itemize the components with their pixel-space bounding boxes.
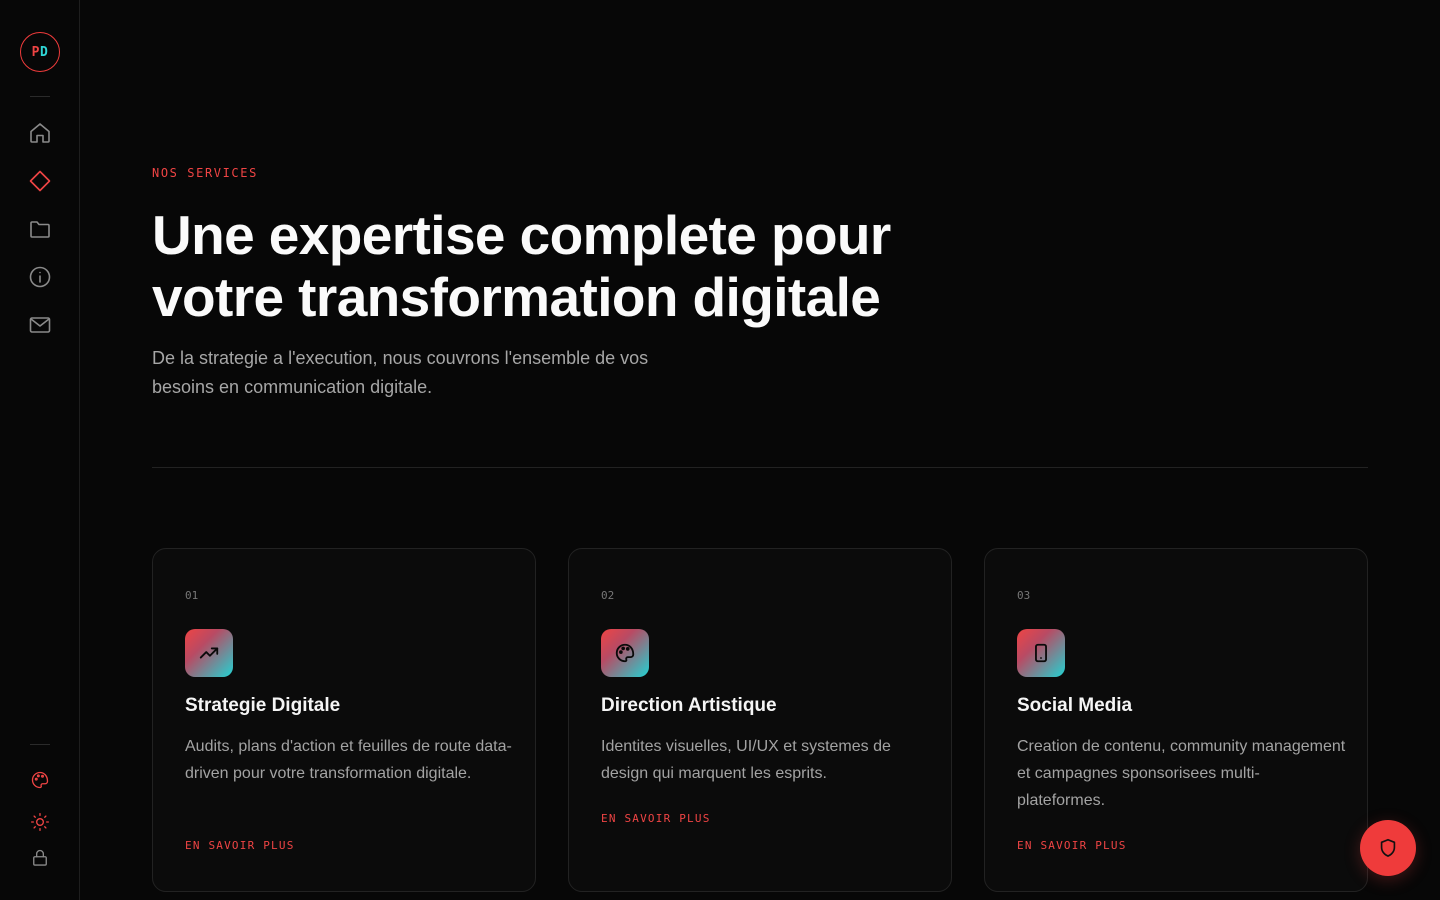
card-icon-badge xyxy=(185,629,233,677)
card-title: Strategie Digitale xyxy=(185,695,341,716)
lock-icon xyxy=(33,849,47,866)
card-description: Audits, plans d'action et feuilles de ro… xyxy=(185,738,512,782)
logo-letter-p: P xyxy=(31,44,40,60)
page-title: Une expertise complete pour votre transf… xyxy=(152,204,891,328)
smartphone-icon xyxy=(1035,643,1047,663)
card-description: Creation de contenu, community managemen… xyxy=(1017,738,1346,809)
trending-up-icon xyxy=(199,647,219,659)
learn-more-link[interactable]: EN SAVOIR PLUS xyxy=(601,812,711,825)
service-card-direction[interactable]: 02 Direction Artistique Identites visuel… xyxy=(568,548,952,892)
admin-lock-button[interactable] xyxy=(24,842,56,874)
nav-about[interactable] xyxy=(24,261,56,293)
logo[interactable]: PD xyxy=(20,32,60,72)
info-icon xyxy=(29,266,51,288)
card-number: 03 xyxy=(1017,589,1031,602)
diamond-icon xyxy=(29,170,51,192)
service-card-strategie[interactable]: 01 Strategie Digitale Audits, plans d'ac… xyxy=(152,548,536,892)
sidebar-divider-bottom xyxy=(30,744,50,745)
service-card-social[interactable]: 03 Social Media Creation de contenu, com… xyxy=(984,548,1368,892)
folder-icon xyxy=(30,221,50,238)
mail-icon xyxy=(29,317,51,333)
card-title: Direction Artistique xyxy=(601,695,777,716)
card-icon-badge xyxy=(1017,629,1065,677)
card-number: 01 xyxy=(185,589,199,602)
privacy-shield-button[interactable] xyxy=(1360,820,1416,876)
nav-services[interactable] xyxy=(24,165,56,197)
logo-letter-d: D xyxy=(40,44,49,60)
card-icon-badge xyxy=(601,629,649,677)
shield-icon xyxy=(1380,838,1396,857)
services-section: NOS SERVICES Une expertise complete pour… xyxy=(80,0,1440,900)
home-icon xyxy=(30,123,50,143)
sidebar-divider-top xyxy=(30,96,50,97)
sun-icon xyxy=(31,813,49,831)
sidebar: PD xyxy=(0,0,80,900)
section-eyebrow: NOS SERVICES xyxy=(152,166,258,180)
card-description: Identites visuelles, UI/UX et systemes d… xyxy=(601,738,891,782)
card-number: 02 xyxy=(601,589,615,602)
page-subtitle: De la strategie a l'execution, nous couv… xyxy=(152,348,649,397)
nav-contact[interactable] xyxy=(24,309,56,341)
card-title: Social Media xyxy=(1017,695,1133,716)
theme-button[interactable] xyxy=(24,764,56,796)
learn-more-link[interactable]: EN SAVOIR PLUS xyxy=(1017,839,1127,852)
light-mode-toggle[interactable] xyxy=(24,806,56,838)
nav-home[interactable] xyxy=(24,117,56,149)
nav-projects[interactable] xyxy=(24,213,56,245)
section-divider xyxy=(152,467,1368,468)
learn-more-link[interactable]: EN SAVOIR PLUS xyxy=(185,839,295,852)
palette-icon xyxy=(615,643,635,663)
palette-icon xyxy=(31,771,49,789)
